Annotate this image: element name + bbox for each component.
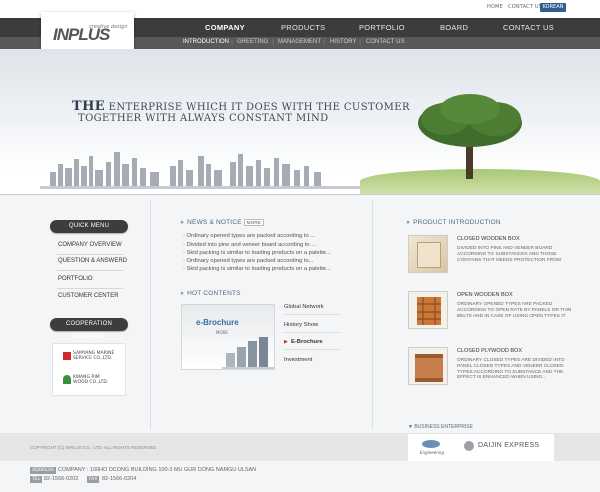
subnav-introduction[interactable]: INTRODUCTION (183, 39, 229, 45)
news-more-button[interactable]: MORE (243, 219, 265, 226)
quick-menu-portfolio[interactable]: PORTFOLIO (58, 276, 93, 282)
quick-menu-header: QUICK MENU (50, 220, 128, 233)
open-wooden-box-image[interactable] (408, 291, 448, 329)
tel-label: TEL (30, 476, 43, 483)
hero-slogan-line1: THE ENTERPRISE WHICH IT DOES WITH THE CU… (72, 99, 410, 114)
subnav-contact-us[interactable]: CONTACT US (366, 39, 404, 45)
fax-text: 82-1566-0204 (102, 476, 137, 482)
home-link[interactable]: HOME (487, 4, 503, 10)
product-title[interactable]: OPEN WOODEN BOX (457, 292, 513, 298)
news-item[interactable]: · Ordinary opened types are packed accor… (183, 258, 314, 264)
tree-icon (418, 94, 522, 179)
column-separator (372, 200, 373, 430)
quick-menu-company-overview[interactable]: COMPANY OVERVIEW (58, 242, 122, 248)
partner-logos: Engineering DAIJIN EXPRESS (408, 434, 554, 461)
contact-us-link[interactable]: CONTACT US (508, 4, 542, 10)
hot-divider (283, 314, 341, 315)
menu-divider (57, 254, 123, 255)
fax-label: FAX (87, 476, 100, 483)
news-notice-heading: ● NEWS & NOTICE MORE (180, 219, 265, 226)
city-skyline-icon (40, 152, 360, 189)
address-text: COMPANY : 100HO DCONG BUILDING 100-3 MU … (58, 467, 257, 473)
engineering-partner-link[interactable]: Engineering (420, 450, 444, 455)
footer-bottom: ADDRESS COMPANY : 100HO DCONG BUILDING 1… (0, 461, 600, 492)
hero-slogan-the: THE (72, 99, 106, 114)
language-button[interactable]: KOREAN (540, 3, 566, 12)
arrow-right-icon: ▶ (284, 339, 288, 345)
wooden-crate-icon (417, 297, 441, 325)
kwangrim-logo-icon (63, 375, 71, 384)
subnav-separator: | (272, 39, 275, 46)
product-description: DIVIDED INTO PINE AND VENEER BOARD ACCOR… (457, 246, 561, 263)
daijin-express-link[interactable]: DAIJIN EXPRESS (478, 442, 539, 449)
menu-divider (57, 270, 123, 271)
cooperation-company-box: SAMYANG MARINE SERVICE CO.,LTD. KWANG RI… (52, 343, 126, 396)
daijin-logo-icon (464, 441, 474, 451)
menu-divider (57, 288, 123, 289)
subnav-greeting[interactable]: GREETING (237, 39, 268, 45)
quick-menu-qna[interactable]: QUESTION & ANSWERD (58, 258, 127, 264)
subnav-management[interactable]: MANAGEMENT (278, 39, 321, 45)
bar-graphic-icon (222, 337, 274, 369)
samyang-logo-icon (63, 352, 71, 360)
subnav-history[interactable]: HISTORY (330, 39, 356, 45)
hero-divider (0, 194, 600, 195)
nav-portfolio[interactable]: PORTFOLIO (359, 23, 405, 32)
hot-contents-heading: ● HOT CONTENTS (180, 290, 241, 297)
subnav-separator: | (231, 39, 234, 46)
product-title[interactable]: CLOSED PLYWOOD BOX (457, 348, 522, 354)
quick-menu-customer-center[interactable]: CUSTOMER CENTER (58, 293, 119, 299)
closed-wooden-box-image[interactable] (408, 235, 448, 273)
logo-tagline: creative design (89, 24, 128, 30)
nav-products[interactable]: PRODUCTS (281, 23, 326, 32)
news-item[interactable]: · Divided into pine and veneer board acc… (183, 242, 316, 248)
product-title[interactable]: CLOSED WOODEN BOX (457, 236, 520, 242)
address-label: ADDRESS (30, 467, 56, 474)
engineering-logo-icon (422, 440, 440, 448)
closed-plywood-box-image[interactable] (408, 347, 448, 385)
hot-link-investment[interactable]: Investment (284, 357, 312, 363)
samyang-company-link[interactable]: SAMYANG MARINE SERVICE CO.,LTD. (73, 351, 125, 361)
ebrochure-banner-title: e-Brochure (196, 318, 239, 327)
news-item[interactable]: · Ordinary opened types are packed accor… (183, 233, 315, 239)
kwangrim-company-link[interactable]: KWANG RIM WOOD CO.,LTD. (73, 375, 113, 385)
hot-link-history-show[interactable]: History Show (284, 322, 318, 328)
subnav-separator: | (323, 39, 326, 46)
news-item[interactable]: · Skid packing is similar to loading pro… (183, 266, 331, 272)
hot-divider (283, 332, 341, 333)
tel-text: 82-1566-0202 (44, 476, 79, 482)
news-item[interactable]: · Skid packing is similar to loading pro… (183, 250, 331, 256)
column-separator (150, 200, 151, 430)
product-description: ORDINARY CLOSED TYPES ARE DIVIDED INTO P… (457, 358, 565, 381)
nav-board[interactable]: BOARD (440, 23, 468, 32)
product-description: ORDINARY OPENED TYPES ARE PACKED ACCORDI… (457, 302, 572, 319)
nav-contact-us[interactable]: CONTACT US (503, 23, 554, 32)
ebrochure-banner[interactable]: e-Brochure MORE (181, 304, 275, 370)
cooperation-company-header: COOPERATION COMPANY (50, 318, 128, 340)
product-introduction-heading: ● PRODUCT INTRODUCTION (406, 219, 501, 226)
subnav-separator: | (359, 39, 362, 46)
copyright-text: COPYRIGHT (C) INPLUS CO., LTD. ALL RIGHT… (30, 445, 158, 450)
plywood-box-icon (415, 354, 443, 382)
hero-banner: THE ENTERPRISE WHICH IT DOES WITH THE CU… (0, 49, 600, 194)
hot-link-global-network[interactable]: Global Network (284, 304, 324, 310)
hot-link-ebrochure[interactable]: E-Brochure (291, 339, 323, 345)
nav-company[interactable]: COMPANY (205, 23, 245, 32)
hero-slogan-line2: TOGETHER WITH ALWAYS CONSTANT MIND (78, 113, 329, 124)
business-enterprise-heading: ▼ BUSINESS ENTERPRISE (408, 424, 473, 430)
hot-divider (283, 349, 341, 350)
